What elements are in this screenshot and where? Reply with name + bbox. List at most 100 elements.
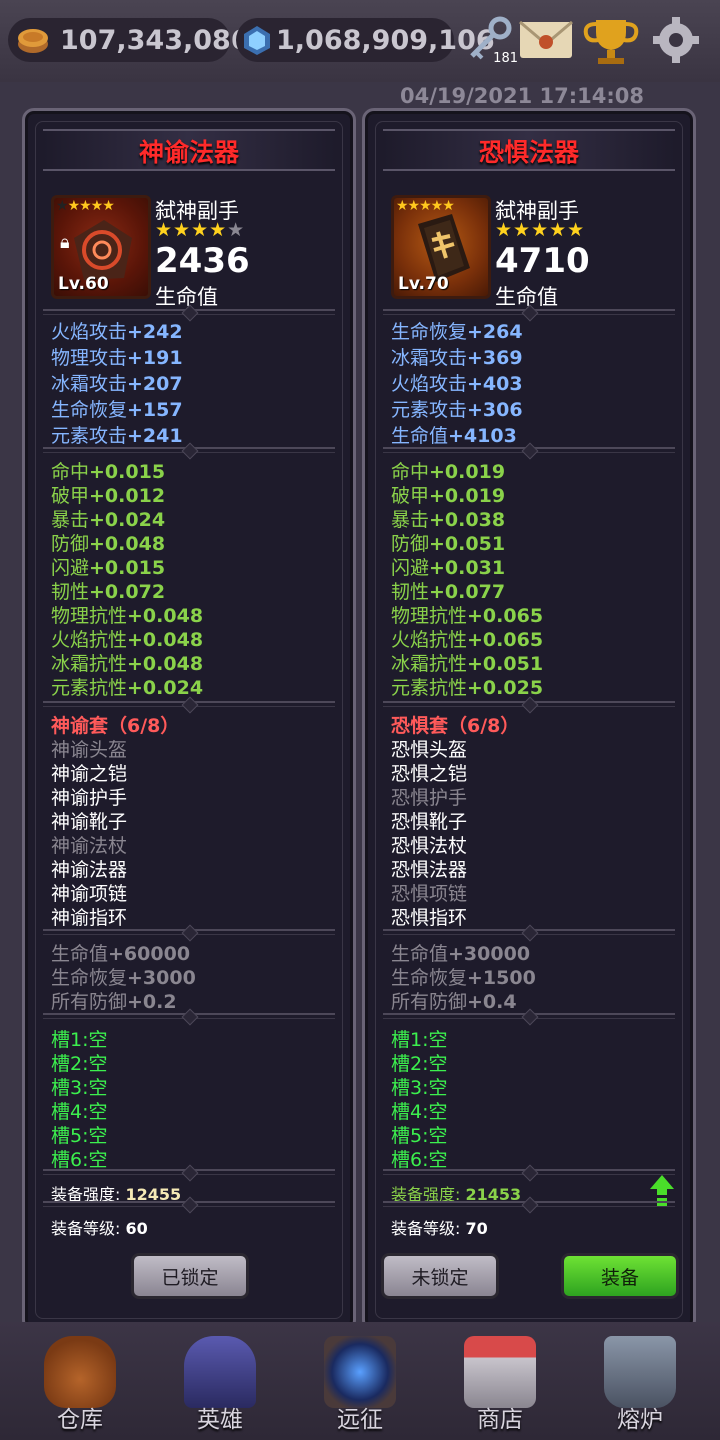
gem-slot: 槽4:空 bbox=[51, 1101, 108, 1123]
set-item: 恐惧护手 bbox=[391, 787, 468, 809]
set-item: 恐惧法杖 bbox=[391, 835, 468, 857]
stat-value: +191 bbox=[127, 347, 183, 369]
stat-value: +0.051 bbox=[429, 533, 506, 555]
stat-value: +207 bbox=[127, 373, 183, 395]
stat-value: +0.077 bbox=[429, 581, 506, 603]
stat-value: +1500 bbox=[467, 967, 536, 989]
stat-value: +242 bbox=[127, 321, 183, 343]
divider bbox=[43, 1201, 335, 1207]
gem-slot: 槽4:空 bbox=[391, 1101, 448, 1123]
stat-name: 物理抗性 bbox=[51, 605, 128, 627]
stat-value: +60000 bbox=[108, 943, 191, 965]
stat-name: 生命值 bbox=[391, 943, 449, 965]
nav-expedition[interactable]: 远征 bbox=[288, 1322, 432, 1440]
gold-coin-icon bbox=[18, 29, 48, 53]
set-item: 神谕之铠 bbox=[51, 763, 128, 785]
stat-value: +0.065 bbox=[467, 629, 544, 651]
primary-stat: 冰霜攻击+369 bbox=[391, 343, 523, 370]
set-bonus-stat: 生命值+60000 bbox=[51, 939, 190, 966]
stat-name: 冰霜抗性 bbox=[391, 653, 468, 675]
stat-name: 防御 bbox=[391, 533, 430, 555]
stat-value: +3000 bbox=[127, 967, 196, 989]
mail-icon bbox=[519, 20, 573, 58]
stat-value: +0.048 bbox=[127, 629, 204, 651]
nav-shop[interactable]: 商店 bbox=[428, 1322, 572, 1440]
secondary-stat: 破甲+0.012 bbox=[51, 481, 165, 508]
stat-name: 冰霜攻击 bbox=[391, 347, 468, 369]
gem-slot: 槽6:空 bbox=[51, 1149, 108, 1171]
stat-name: 所有防御 bbox=[391, 991, 468, 1013]
item-stars-small: ★★★★★ bbox=[56, 198, 115, 214]
stat-value: +0.065 bbox=[467, 605, 544, 627]
divider bbox=[43, 447, 335, 453]
set-item: 神谕法器 bbox=[51, 859, 128, 881]
secondary-stat: 元素抗性+0.024 bbox=[51, 673, 203, 700]
divider bbox=[43, 701, 335, 707]
nav-label: 英雄 bbox=[197, 1407, 243, 1433]
stat-value: +0.024 bbox=[89, 509, 166, 531]
trophy-icon bbox=[583, 20, 639, 64]
stat-value: +0.051 bbox=[467, 653, 544, 675]
item-level: Lv.70 bbox=[398, 274, 449, 294]
stat-name: 火焰抗性 bbox=[391, 629, 468, 651]
equip-level: 装备等级: 70 bbox=[391, 1219, 488, 1238]
secondary-stat: 火焰抗性+0.048 bbox=[51, 625, 203, 652]
stat-value: +0.2 bbox=[127, 991, 177, 1013]
locked-button[interactable]: 已锁定 bbox=[131, 1253, 249, 1299]
trophy-button[interactable] bbox=[578, 14, 644, 64]
settings-button[interactable] bbox=[648, 14, 704, 64]
gem-slot: 槽3:空 bbox=[51, 1077, 108, 1099]
secondary-stat: 暴击+0.038 bbox=[391, 505, 505, 532]
nav-warehouse[interactable]: 仓库 bbox=[8, 1322, 152, 1440]
secondary-stat: 冰霜抗性+0.048 bbox=[51, 649, 203, 676]
set-bonus-stat: 所有防御+0.2 bbox=[51, 987, 177, 1014]
stat-value: +0.019 bbox=[429, 461, 506, 483]
stat-name: 生命值 bbox=[51, 943, 109, 965]
set-item: 恐惧之铠 bbox=[391, 763, 468, 785]
item-icon[interactable]: ★★★★★ 🔒︎ Lv.60 bbox=[51, 195, 151, 299]
nav-forge[interactable]: 熔炉 bbox=[568, 1322, 712, 1440]
stat-value: +306 bbox=[467, 399, 523, 421]
stat-name: 韧性 bbox=[391, 581, 430, 603]
equip-button[interactable]: 装备 bbox=[561, 1253, 679, 1299]
stat-name: 火焰攻击 bbox=[391, 373, 468, 395]
item-level: Lv.60 bbox=[58, 274, 109, 294]
unlocked-button[interactable]: 未锁定 bbox=[381, 1253, 499, 1299]
secondary-stat: 韧性+0.077 bbox=[391, 577, 505, 604]
primary-stat: 火焰攻击+242 bbox=[51, 317, 183, 344]
stat-value: +0.072 bbox=[89, 581, 166, 603]
secondary-stat: 命中+0.015 bbox=[51, 457, 165, 484]
primary-stat: 元素攻击+306 bbox=[391, 395, 523, 422]
stat-name: 破甲 bbox=[51, 485, 90, 507]
stat-value: +403 bbox=[467, 373, 523, 395]
gem-slot: 槽1:空 bbox=[51, 1029, 108, 1051]
helmet-icon bbox=[184, 1336, 256, 1408]
stat-value: +0.015 bbox=[89, 557, 166, 579]
stat-value: +0.048 bbox=[89, 533, 166, 555]
secondary-stat: 韧性+0.072 bbox=[51, 577, 165, 604]
screen: { "header": { "gold": "107,343,086", "ge… bbox=[0, 0, 720, 1440]
gem-slot: 槽2:空 bbox=[391, 1053, 448, 1075]
stat-name: 暴击 bbox=[51, 509, 90, 531]
secondary-stat: 闪避+0.015 bbox=[51, 553, 165, 580]
primary-stat: 火焰攻击+403 bbox=[391, 369, 523, 396]
stat-name: 所有防御 bbox=[51, 991, 128, 1013]
nav-hero[interactable]: 英雄 bbox=[148, 1322, 292, 1440]
stat-name: 元素攻击 bbox=[51, 425, 128, 447]
set-item: 神谕指环 bbox=[51, 907, 128, 929]
mail-button[interactable] bbox=[516, 14, 576, 64]
gem-slot: 槽3:空 bbox=[391, 1077, 448, 1099]
stat-value: +4103 bbox=[448, 425, 517, 447]
divider bbox=[383, 1013, 675, 1019]
item-icon[interactable]: ★★★★★ Lv.70 bbox=[391, 195, 491, 299]
primary-stat: 冰霜攻击+207 bbox=[51, 369, 183, 396]
divider bbox=[383, 701, 675, 707]
stat-name: 生命恢复 bbox=[391, 321, 468, 343]
portal-icon bbox=[324, 1336, 396, 1408]
stat-name: 暴击 bbox=[391, 509, 430, 531]
primary-stat: 生命恢复+157 bbox=[51, 395, 183, 422]
stat-name: 火焰攻击 bbox=[51, 321, 128, 343]
key-button[interactable]: 181 bbox=[462, 14, 518, 66]
stat-value: +369 bbox=[467, 347, 523, 369]
stat-name: 闪避 bbox=[391, 557, 430, 579]
